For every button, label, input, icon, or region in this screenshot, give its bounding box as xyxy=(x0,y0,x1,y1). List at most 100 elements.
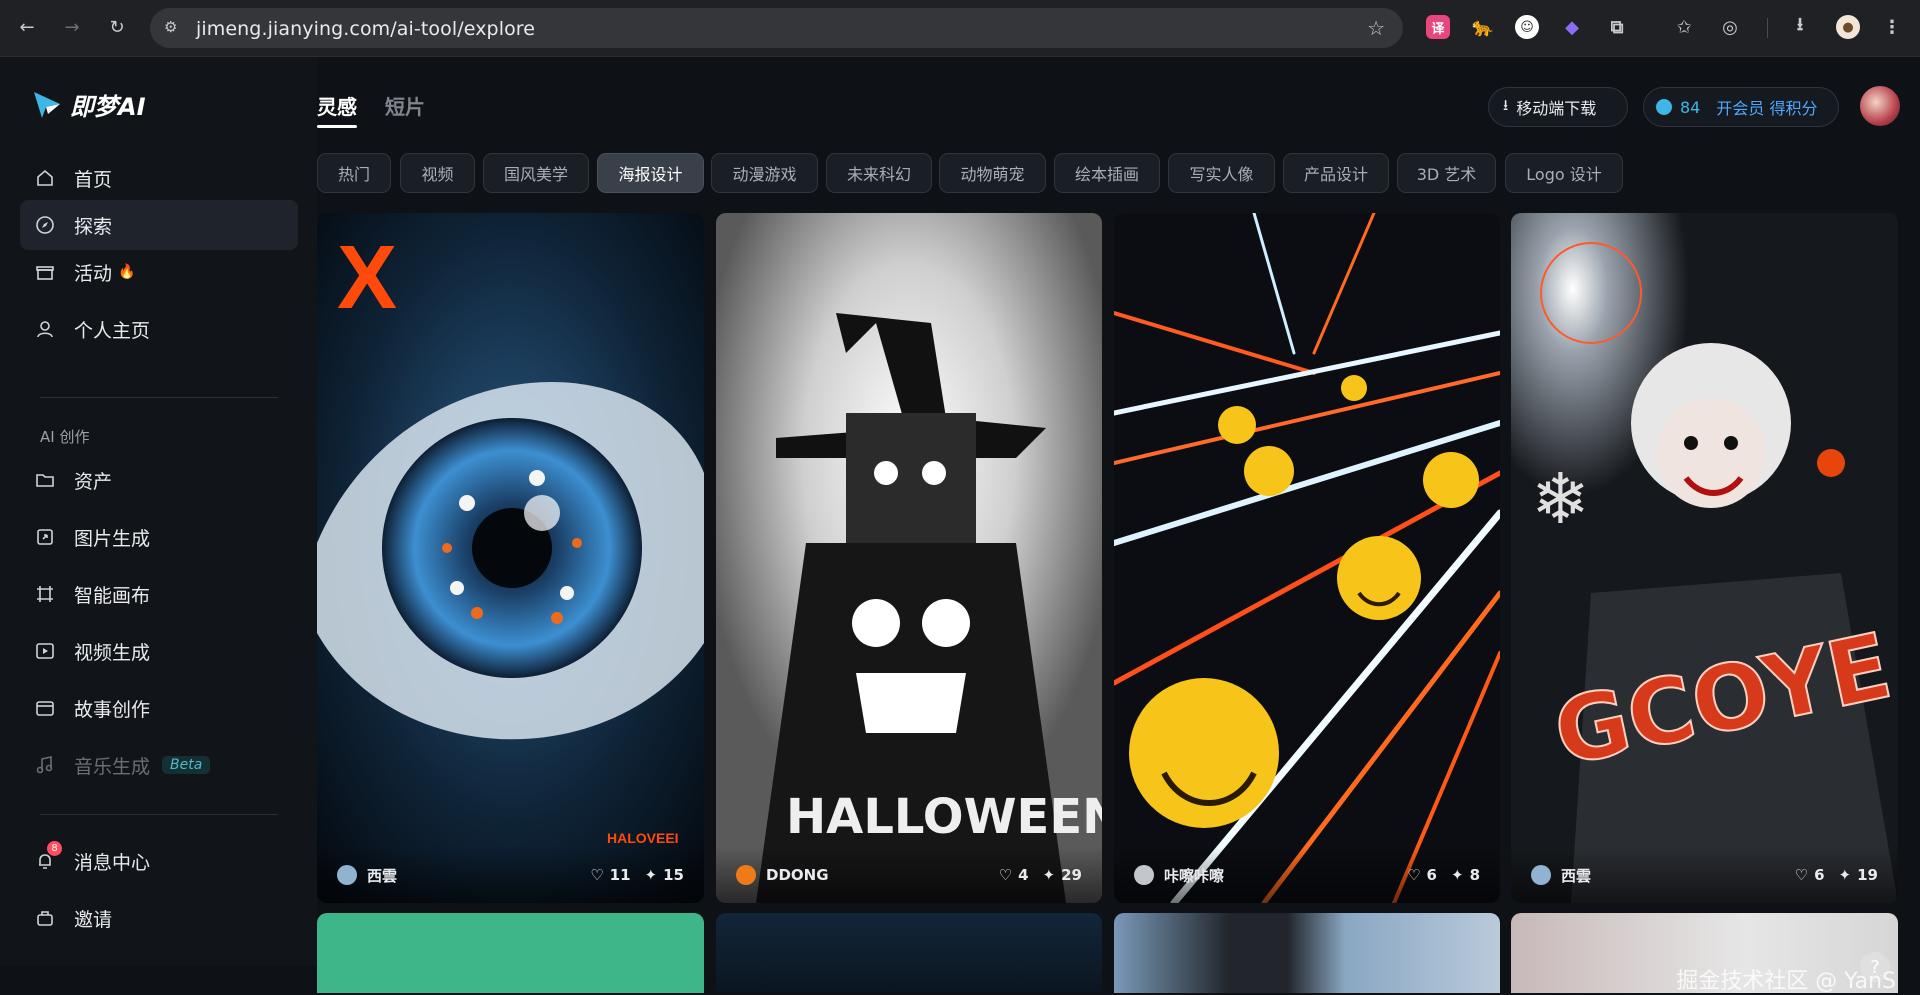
download-label: 移动端下载 xyxy=(1516,99,1597,118)
sidebar-item-activity[interactable]: 活动 🔥 xyxy=(20,247,298,297)
card-footer: 咔嚓咔嚓 ♡ 6 ✦ 8 xyxy=(1114,847,1500,903)
gallery-card[interactable]: X HALOVEEI 西雲 ♡ 11 ✦ 15 xyxy=(317,213,704,903)
gallery-card[interactable]: 咔嚓咔嚓 ♡ 6 ✦ 8 xyxy=(1114,213,1500,903)
sidebar-item-invite[interactable]: 邀请 xyxy=(20,893,298,943)
download-icon: ⭳ xyxy=(1503,95,1509,114)
site-settings-icon[interactable]: ⚙ xyxy=(164,18,186,38)
author-avatar xyxy=(736,865,756,885)
back-icon[interactable]: ← xyxy=(12,12,42,42)
toolbar-divider xyxy=(1767,18,1768,38)
chip-sci-fi[interactable]: 未来科幻 xyxy=(826,153,932,193)
gallery-card-partial[interactable] xyxy=(317,913,704,993)
sidebar-item-profile[interactable]: 个人主页 xyxy=(20,304,298,354)
like-stat[interactable]: ♡ 4 xyxy=(999,866,1029,884)
screenshot-icon[interactable]: ◎ xyxy=(1718,15,1742,39)
flame-icon: 🔥 xyxy=(118,264,136,280)
like-count: 6 xyxy=(1426,866,1437,884)
forward-icon[interactable]: → xyxy=(57,12,87,42)
sidebar-item-label: 资产 xyxy=(74,470,113,493)
mobile-download-button[interactable]: ⭳ 移动端下载 xyxy=(1488,87,1628,127)
card-image-clown: GCOYE ❄ xyxy=(1511,213,1898,903)
remix-stat[interactable]: ✦ 15 xyxy=(645,866,684,884)
profile-avatar[interactable]: ● xyxy=(1836,15,1860,39)
gallery-card-partial[interactable] xyxy=(1114,913,1500,993)
sidebar-item-assets[interactable]: 资产 xyxy=(20,455,298,505)
extension-translate-icon[interactable]: 译 xyxy=(1426,15,1450,39)
sidebar-item-messages[interactable]: 8 消息中心 xyxy=(20,836,298,886)
author-name: 咔嚓咔嚓 xyxy=(1164,866,1225,885)
svg-text:X: X xyxy=(337,228,397,328)
gallery-card[interactable]: HALLOWEEN DDONG ♡ 4 ✦ 29 xyxy=(716,213,1102,903)
sidebar-item-label: 图片生成 xyxy=(74,527,151,550)
chip-guofeng[interactable]: 国风美学 xyxy=(483,153,589,193)
extensions-puzzle-icon[interactable]: ⧉ xyxy=(1605,15,1629,39)
tab-underline xyxy=(317,125,357,128)
url-text: jimeng.jianying.com/ai-tool/explore xyxy=(196,18,536,40)
card-author[interactable]: 咔嚓咔嚓 xyxy=(1134,865,1393,886)
remix-stat[interactable]: ✦ 8 xyxy=(1451,866,1480,884)
chip-picture-book[interactable]: 绘本插画 xyxy=(1054,153,1160,193)
sidebar: 即梦AI 首页 探索 活动 🔥 个人主页 AI 创作 资产 图片生成 智能画布 … xyxy=(0,57,317,966)
chip-portrait[interactable]: 写实人像 xyxy=(1168,153,1275,193)
sidebar-item-canvas[interactable]: 智能画布 xyxy=(20,569,298,619)
sidebar-item-label: 邀请 xyxy=(74,908,113,931)
card-author[interactable]: 西雲 xyxy=(1531,865,1781,886)
card-author[interactable]: DDONG xyxy=(736,865,985,885)
sidebar-item-music[interactable]: 音乐生成 Beta xyxy=(20,740,298,790)
menu-kebab-icon[interactable]: ⋮ xyxy=(1880,15,1904,39)
logo[interactable]: 即梦AI xyxy=(32,87,146,122)
chip-logo-design[interactable]: Logo 设计 xyxy=(1505,153,1623,193)
extension-avatar-icon[interactable]: ☺ xyxy=(1515,15,1539,39)
address-bar[interactable]: ⚙ jimeng.jianying.com/ai-tool/explore ☆ xyxy=(150,8,1403,48)
extension-drop-icon[interactable]: ◆ xyxy=(1560,15,1584,39)
remix-stat[interactable]: ✦ 19 xyxy=(1839,866,1878,884)
user-avatar[interactable] xyxy=(1860,86,1900,126)
extension-fox-icon[interactable]: 🐆 xyxy=(1471,15,1495,39)
chip-video[interactable]: 视频 xyxy=(400,153,475,193)
author-name: DDONG xyxy=(766,866,829,884)
tab-shorts[interactable]: 短片 xyxy=(385,91,425,120)
watermark-text: 掘金技术社区 @ YanS xyxy=(1676,969,1896,994)
like-stat[interactable]: ♡ 11 xyxy=(590,866,630,884)
sidebar-item-label: 个人主页 xyxy=(74,319,151,342)
reading-list-icon[interactable]: ✩ xyxy=(1672,15,1696,39)
chip-hot[interactable]: 热门 xyxy=(317,153,391,193)
sidebar-item-label: 视频生成 xyxy=(74,641,151,664)
user-icon xyxy=(34,318,56,340)
compass-icon xyxy=(34,214,56,236)
sparkle-icon: ✦ xyxy=(1042,866,1056,884)
like-stat[interactable]: ♡ 6 xyxy=(1407,866,1437,884)
sparkle-icon: ✦ xyxy=(1838,866,1852,884)
membership-button[interactable]: 84 开会员 得积分 xyxy=(1643,87,1839,127)
points-icon xyxy=(1656,99,1672,115)
sidebar-item-video-gen[interactable]: 视频生成 xyxy=(20,626,298,676)
section-label-ai-create: AI 创作 xyxy=(40,428,90,446)
reload-icon[interactable]: ↻ xyxy=(102,12,132,42)
chip-anime-game[interactable]: 动漫游戏 xyxy=(711,153,818,193)
sidebar-item-label: 探索 xyxy=(74,215,113,238)
download-icon[interactable]: ⭳ xyxy=(1788,14,1812,39)
logo-icon xyxy=(34,91,60,118)
author-avatar xyxy=(1134,865,1154,885)
gallery-card[interactable]: GCOYE ❄ 西雲 ♡ 6 ✦ 19 xyxy=(1511,213,1898,903)
like-stat[interactable]: ♡ 6 xyxy=(1795,866,1825,884)
chip-3d-art[interactable]: 3D 艺术 xyxy=(1397,153,1496,193)
sidebar-item-label: 音乐生成 xyxy=(74,755,151,778)
card-author[interactable]: 西雲 xyxy=(337,865,576,886)
author-avatar xyxy=(337,865,357,885)
sidebar-item-image-gen[interactable]: 图片生成 xyxy=(20,512,298,562)
chip-product-design[interactable]: 产品设计 xyxy=(1283,153,1389,193)
card-footer: DDONG ♡ 4 ✦ 29 xyxy=(716,847,1102,903)
card-image-smileys xyxy=(1114,213,1500,903)
sidebar-item-story[interactable]: 故事创作 xyxy=(20,683,298,733)
sidebar-item-explore[interactable]: 探索 xyxy=(20,200,298,250)
remix-stat[interactable]: ✦ 29 xyxy=(1043,866,1082,884)
bookmark-star-icon[interactable]: ☆ xyxy=(1367,16,1385,40)
gallery-card-partial[interactable] xyxy=(716,913,1102,993)
chip-pets[interactable]: 动物萌宠 xyxy=(939,153,1046,193)
remix-count: 19 xyxy=(1857,866,1878,884)
sidebar-item-home[interactable]: 首页 xyxy=(20,153,298,203)
author-avatar xyxy=(1531,865,1551,885)
chip-poster-design[interactable]: 海报设计 xyxy=(597,153,704,193)
tab-inspiration[interactable]: 灵感 xyxy=(317,91,357,128)
